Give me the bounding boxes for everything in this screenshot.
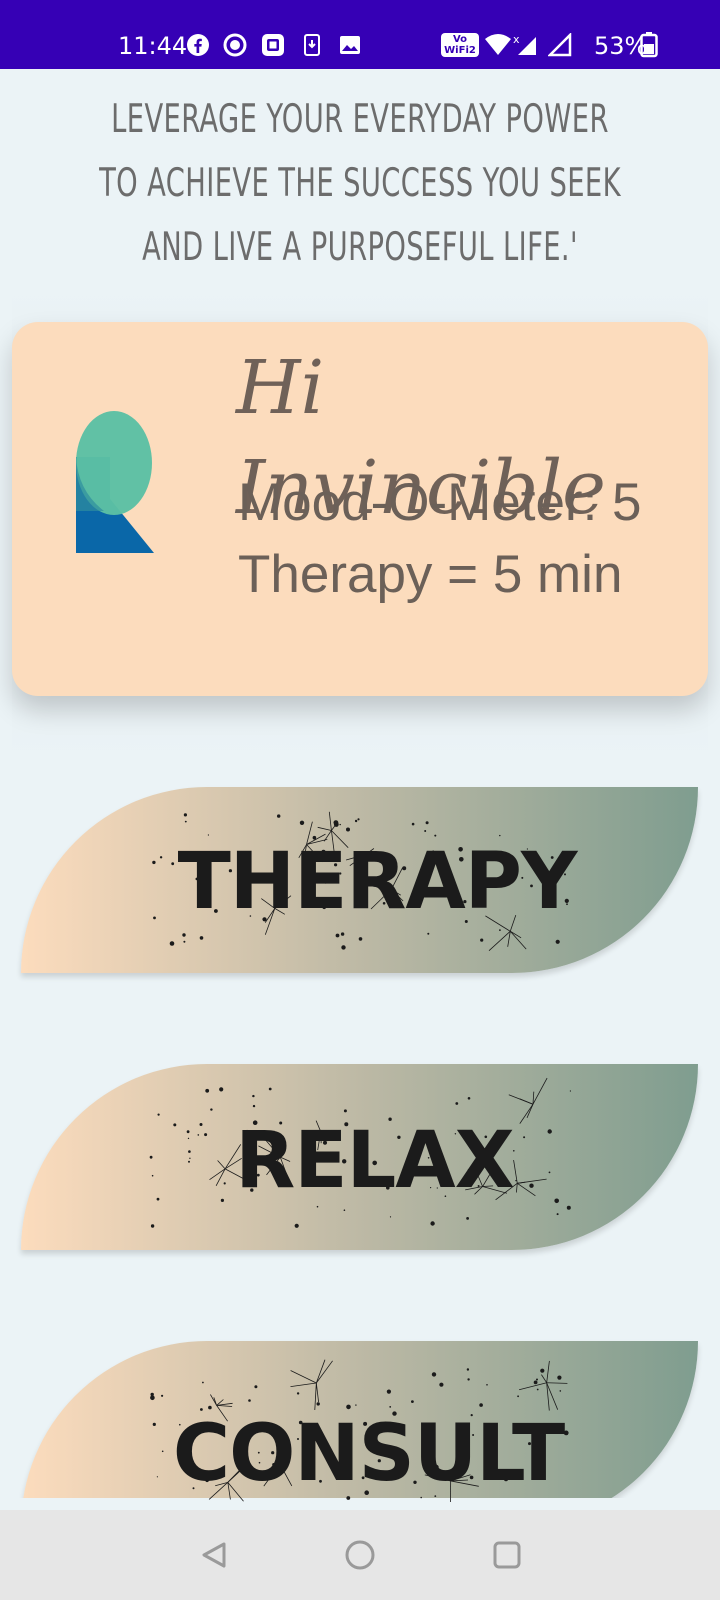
image-icon xyxy=(338,33,362,57)
circle-status-icon xyxy=(223,33,247,57)
signal-icon xyxy=(548,33,572,57)
therapy-button[interactable]: THERAPY xyxy=(21,787,698,973)
download-icon xyxy=(300,33,324,57)
mood-o-meter-text: Mood-O-Meter: 5 xyxy=(238,473,642,532)
therapy-duration-text: Therapy = 5 min xyxy=(238,545,623,604)
recents-square-icon[interactable] xyxy=(484,1532,530,1578)
status-bar: 11:44 Vo WiFi2 x 53% xyxy=(0,0,720,69)
home-circle-icon[interactable] xyxy=(337,1532,383,1578)
app-logo xyxy=(76,411,154,553)
consult-button-label: CONSULT xyxy=(172,1409,565,1499)
back-triangle-icon[interactable] xyxy=(192,1532,238,1578)
motivational-quote: LEVERAGE YOUR EVERYDAY POWER TO ACHIEVE … xyxy=(99,97,621,270)
facebook-icon xyxy=(186,33,210,57)
svg-text:x: x xyxy=(513,33,520,46)
relax-button[interactable]: RELAX xyxy=(21,1064,698,1250)
volte-wifi-badge: Vo WiFi2 xyxy=(441,33,479,57)
relax-button-label: RELAX xyxy=(235,1116,515,1206)
consult-button[interactable]: CONSULT xyxy=(21,1341,698,1527)
status-time: 11:44 xyxy=(118,32,188,60)
battery-icon xyxy=(640,32,658,58)
message-app-icon xyxy=(261,33,285,57)
wifi-icon: x xyxy=(484,33,540,57)
therapy-button-label: THERAPY xyxy=(177,837,578,927)
